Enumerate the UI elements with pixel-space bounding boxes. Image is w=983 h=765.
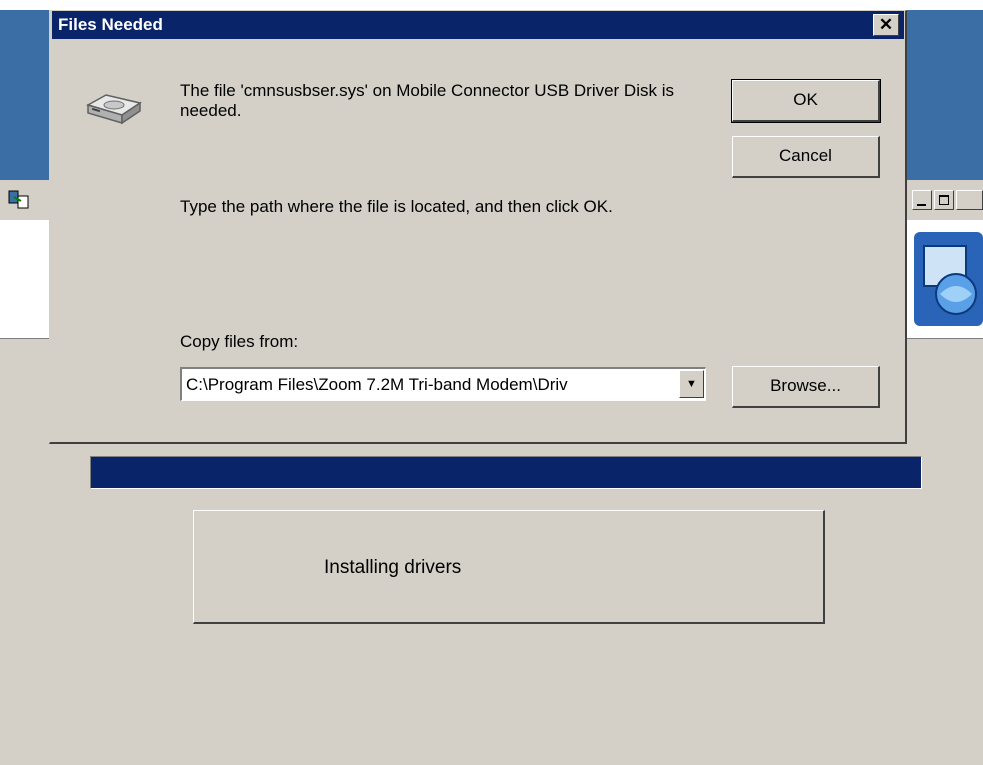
background-close-button[interactable] (956, 190, 983, 210)
installer-app-icon (8, 190, 29, 209)
background-top-strip (0, 0, 983, 10)
files-needed-dialog: Files Needed ✕ The file 'cmnsusbser.sys'… (49, 10, 907, 444)
copy-from-input[interactable]: C:\Program Files\Zoom 7.2M Tri-band Mode… (186, 375, 676, 395)
cancel-button[interactable]: Cancel (732, 136, 880, 178)
chevron-down-icon[interactable]: ▼ (679, 370, 704, 398)
globe-window-logo-icon (914, 232, 983, 326)
status-panel: Installing drivers (193, 510, 825, 624)
copy-from-label: Copy files from: (180, 332, 299, 351)
progress-bar (90, 456, 922, 489)
browse-button[interactable]: Browse... (732, 366, 880, 408)
maximize-button[interactable] (934, 190, 954, 210)
instruction-message: Type the path where the file is located,… (180, 197, 613, 216)
disk-drive-icon (86, 94, 142, 125)
copy-from-combobox[interactable]: C:\Program Files\Zoom 7.2M Tri-band Mode… (180, 367, 706, 401)
close-button[interactable]: ✕ (873, 14, 899, 36)
status-text: Installing drivers (324, 557, 462, 578)
ok-button[interactable]: OK (731, 79, 881, 123)
dialog-title: Files Needed (58, 15, 163, 34)
dialog-title-bar[interactable]: Files Needed ✕ (52, 11, 904, 39)
file-needed-message: The file 'cmnsusbser.sys' on Mobile Conn… (180, 81, 674, 120)
minimize-button[interactable] (912, 190, 932, 210)
